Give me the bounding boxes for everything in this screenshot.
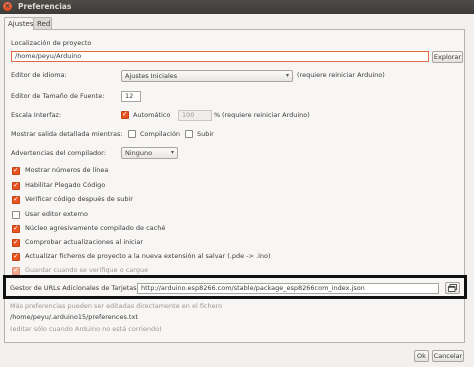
verbose-compile-checkbox[interactable] <box>128 130 136 138</box>
option-checkbox-check-updates[interactable] <box>12 238 20 247</box>
close-icon[interactable]: × <box>3 2 12 11</box>
scale-percent-input: 100 <box>178 110 212 121</box>
percent-sign: % <box>214 111 221 119</box>
option-checkbox-line-numbers[interactable] <box>12 166 20 175</box>
preferences-path: /home/peyu/.arduino15/preferences.txt <box>10 313 138 321</box>
verbose-label: Mostrar salida detallada mientras: <box>11 130 123 138</box>
chevron-down-icon: ▾ <box>285 72 289 79</box>
footer-info: Más preferencias pueden ser editadas dir… <box>10 302 223 310</box>
verbose-compile-label: Compilación <box>140 130 181 138</box>
scale-note: (requiere reiniciar Arduino) <box>222 111 310 119</box>
board-urls-highlight <box>3 275 467 299</box>
option-label-code-folding: Habilitar Plegado Código <box>25 181 106 189</box>
option-checkbox-update-extension[interactable] <box>12 252 20 261</box>
tab-ajustes[interactable]: Ajustes <box>4 17 34 30</box>
sketchbook-label: Localización de proyecto <box>11 39 92 47</box>
option-checkbox-save-on-verify <box>12 266 20 275</box>
verbose-upload-checkbox[interactable] <box>185 130 193 138</box>
language-label: Editor de idioma: <box>11 71 67 79</box>
verbose-upload-label: Subir <box>197 130 214 138</box>
option-checkbox-code-folding[interactable] <box>12 181 20 190</box>
option-checkbox-verify-upload[interactable] <box>12 195 20 204</box>
ok-button[interactable]: Ok <box>414 350 429 362</box>
chevron-down-icon: ▾ <box>170 149 174 156</box>
scale-auto-label: Automático <box>133 111 171 119</box>
font-size-input[interactable]: 12 <box>121 91 141 102</box>
cancel-button[interactable]: Cancelar <box>432 350 464 362</box>
option-label-cache-core: Núcleo agresivamente compilado de caché <box>25 224 166 232</box>
option-checkbox-cache-core[interactable] <box>12 224 20 233</box>
title-bar: × Preferencias <box>0 0 474 14</box>
warnings-label: Advertencias del compilador: <box>11 149 106 157</box>
sketchbook-input[interactable]: /home/peyu/Arduino <box>11 51 429 62</box>
warnings-value: Ninguno <box>125 149 153 157</box>
tab-red[interactable]: Red <box>33 17 52 29</box>
font-size-label: Editor de Tamaño de Fuente: <box>11 92 105 100</box>
language-value: Ajustes Iniciales <box>125 72 178 80</box>
option-label-verify-upload: Verificar código después de subir <box>25 195 133 203</box>
scale-auto-checkbox[interactable] <box>121 110 129 119</box>
language-note: (requiere reiniciar Arduino) <box>297 71 385 79</box>
option-label-check-updates: Comprobar actualizaciones al iniciar <box>25 238 144 246</box>
option-label-external-editor: Usar editor externo <box>25 210 88 218</box>
footer-note: (editar sólo cuando Arduino no está corr… <box>10 325 162 333</box>
option-label-update-extension: Actualizar ficheros de proyecto a la nue… <box>25 252 271 260</box>
window-title: Preferencias <box>18 2 72 11</box>
option-checkbox-external-editor[interactable] <box>12 211 20 219</box>
warnings-select[interactable]: Ninguno ▾ <box>121 147 178 159</box>
browse-button[interactable]: Explorar <box>432 51 463 63</box>
scale-label: Escala Interfaz: <box>11 111 62 119</box>
language-select[interactable]: Ajustes Iniciales ▾ <box>121 70 293 82</box>
option-label-line-numbers: Mostrar números de línea <box>25 166 109 174</box>
option-label-save-on-verify: Guardar cuando se verifique o cargue <box>25 266 149 274</box>
